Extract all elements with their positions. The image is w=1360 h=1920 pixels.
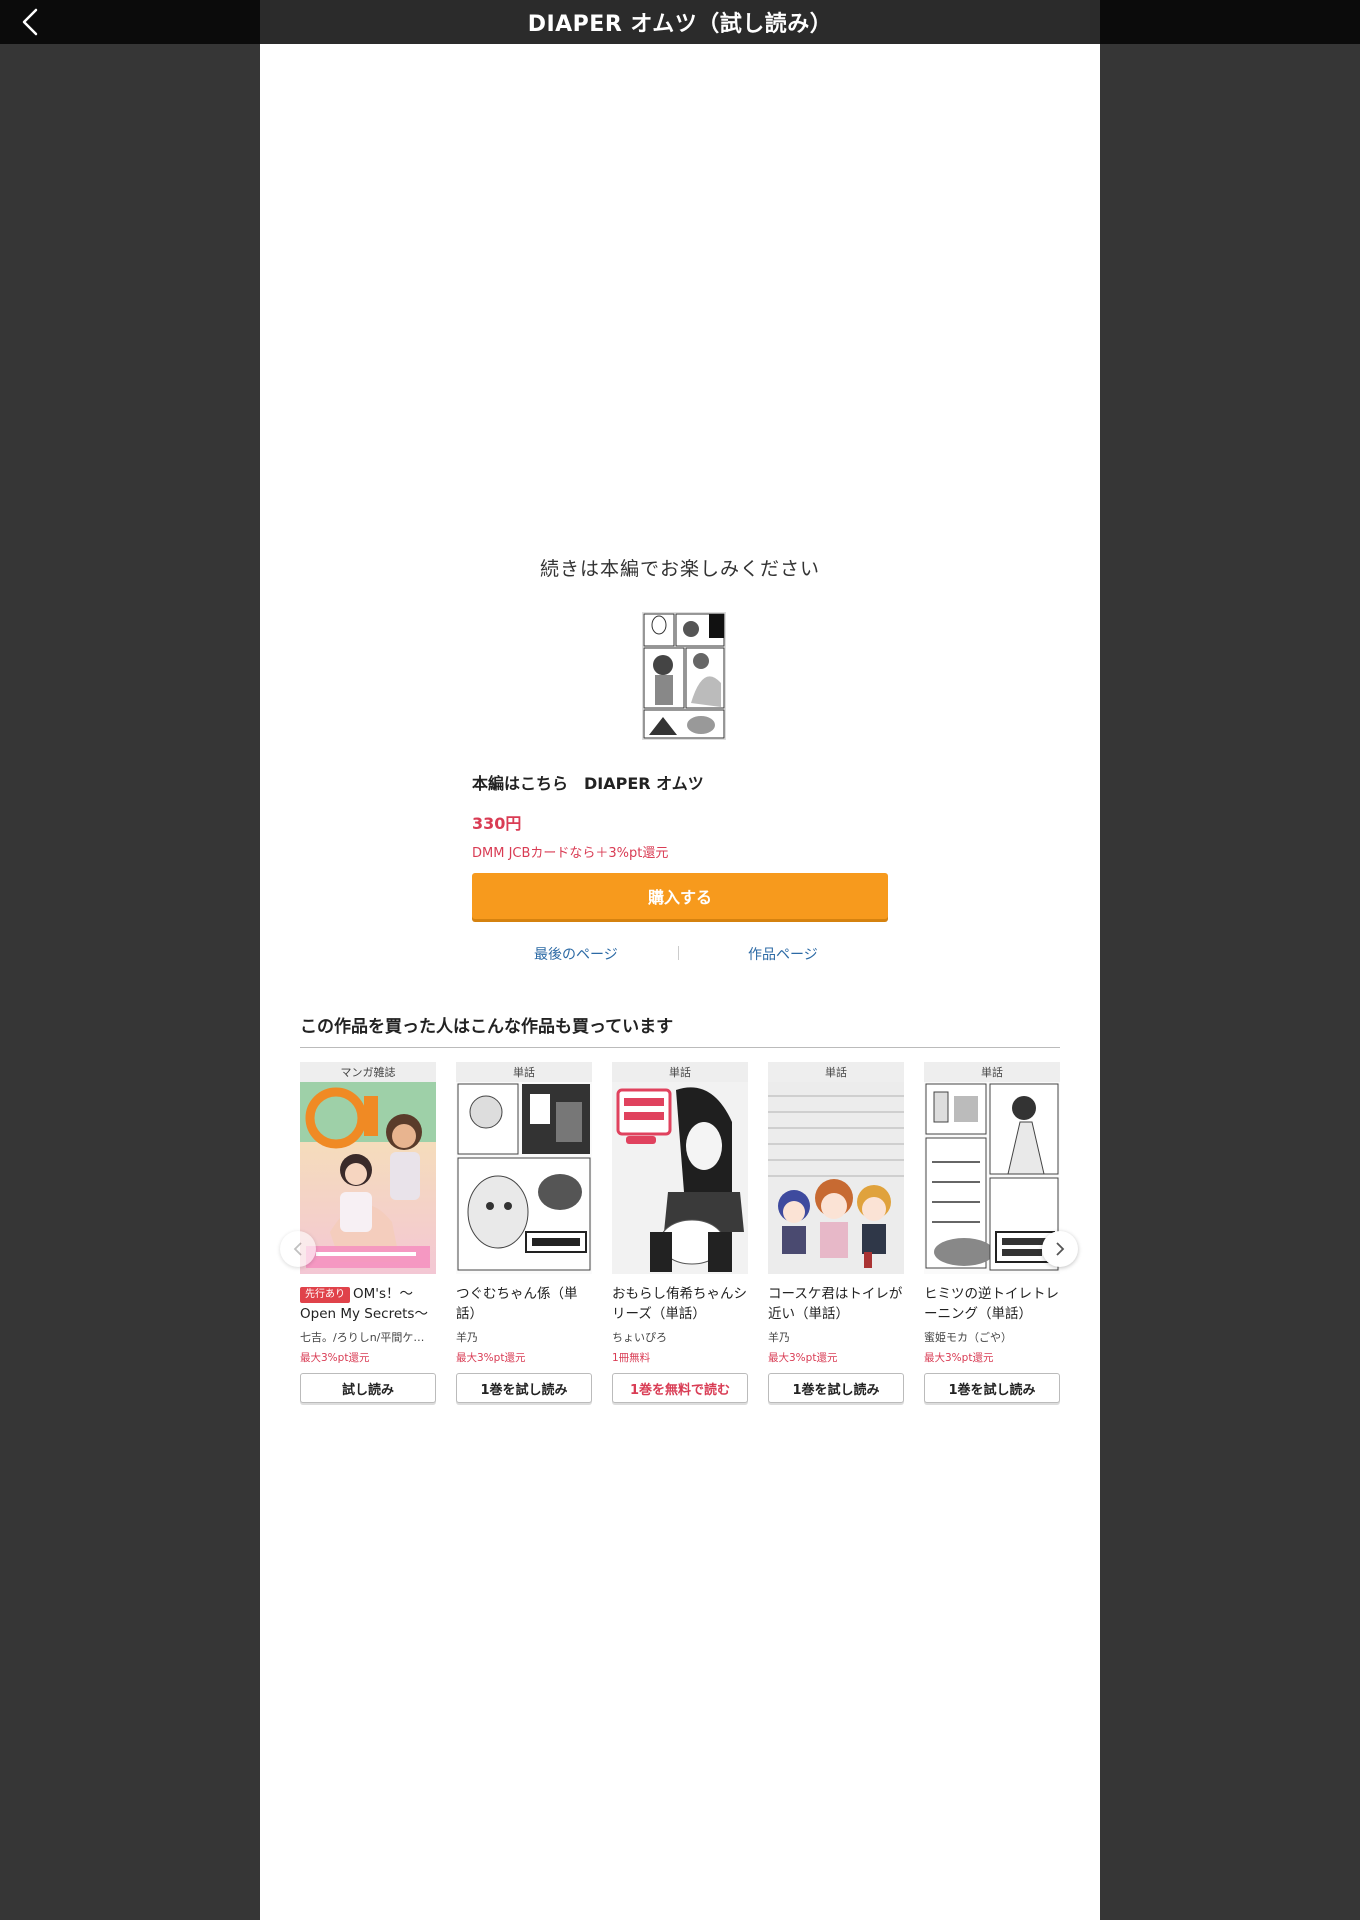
- main-work-prefix: 本編はこちら: [472, 774, 569, 793]
- card-author[interactable]: 蜜姫モカ（ごや）: [924, 1329, 1060, 1345]
- card-title[interactable]: コースケ君はトイレが近い（単話）: [768, 1284, 904, 1324]
- work-page-link[interactable]: 作品ページ: [748, 944, 818, 964]
- carousel-prev-button[interactable]: [280, 1231, 316, 1267]
- card-author[interactable]: 羊乃: [456, 1329, 592, 1345]
- trial-read-button[interactable]: 1巻を試し読み: [768, 1373, 904, 1403]
- trial-read-button[interactable]: 1巻を試し読み: [924, 1373, 1060, 1403]
- cover-thumbnail[interactable]: [456, 1082, 592, 1274]
- recommendations-carousel: マンガ雑誌 先行あり OM's！～Open My Secrets～ 七吉。/ろり…: [300, 1062, 1060, 1422]
- recommendation-card: 単話: [924, 1062, 1060, 1403]
- main-work-label: 本編はこちら DIAPER オムツ: [472, 770, 888, 794]
- trial-read-button[interactable]: 試し読み: [300, 1373, 436, 1403]
- category-tag: 単話: [612, 1062, 748, 1082]
- manga-cover-image: [768, 1082, 904, 1274]
- top-bar: DIAPER オムツ（試し読み）: [0, 0, 1360, 44]
- category-tag: マンガ雑誌: [300, 1062, 436, 1082]
- manga-cover-image: [612, 1082, 748, 1274]
- card-title[interactable]: 先行あり OM's！～Open My Secrets～: [300, 1284, 436, 1324]
- card-points: 最大3%pt還元: [300, 1352, 370, 1364]
- cover-thumbnail[interactable]: [768, 1082, 904, 1274]
- category-tag: 単話: [924, 1062, 1060, 1082]
- card-author[interactable]: ちょいぴろ: [612, 1329, 748, 1345]
- link-divider: [678, 946, 679, 960]
- card-points: 最大3%pt還元: [924, 1352, 994, 1364]
- free-read-button[interactable]: 1巻を無料で読む: [612, 1373, 748, 1403]
- chevron-left-icon: [22, 8, 38, 36]
- category-tag: 単話: [456, 1062, 592, 1082]
- carousel-next-button[interactable]: [1042, 1231, 1078, 1267]
- recommendation-card: マンガ雑誌 先行あり OM's！～Open My Secrets～ 七吉。/ろり…: [300, 1062, 436, 1403]
- buy-button[interactable]: 購入する: [472, 873, 888, 919]
- manga-page-thumbnail: [643, 613, 725, 739]
- card-title[interactable]: つぐむちゃん係（単話）: [456, 1284, 592, 1324]
- recommendation-card: 単話 つぐむちゃん係（単話） 羊乃 最大3%pt還元 1巻を試し読み: [456, 1062, 592, 1403]
- manga-cover-image: [456, 1082, 592, 1274]
- chevron-right-icon: [1056, 1242, 1065, 1256]
- card-points: 最大3%pt還元: [456, 1352, 526, 1364]
- manga-cover-image: [924, 1082, 1060, 1274]
- card-author[interactable]: 七吉。/ろりしn/平間ケ…: [300, 1329, 436, 1345]
- card-title[interactable]: ヒミツの逆トイレトレーニング（単話）: [924, 1284, 1060, 1324]
- card-author[interactable]: 羊乃: [768, 1329, 904, 1345]
- cover-thumbnail[interactable]: [612, 1082, 748, 1274]
- book-cover-image[interactable]: [642, 612, 726, 740]
- purchase-section: 本編はこちら DIAPER オムツ 330円 DMM JCBカードなら＋3%pt還…: [472, 770, 888, 919]
- last-page-link[interactable]: 最後のページ: [534, 944, 618, 964]
- price: 330円: [472, 814, 522, 833]
- card-points: 1冊無料: [612, 1352, 651, 1364]
- preorder-badge: 先行あり: [300, 1287, 350, 1303]
- main-work-title: DIAPER オムツ: [584, 774, 704, 793]
- trial-read-button[interactable]: 1巻を試し読み: [456, 1373, 592, 1403]
- category-tag: 単話: [768, 1062, 904, 1082]
- recommendations-heading: この作品を買った人はこんな作品も買っています: [300, 1012, 1060, 1048]
- reader-title: DIAPER オムツ（試し読み）: [260, 0, 1100, 44]
- end-of-sample-page: 続きは本編でお楽しみください 本編はこちら DIAPER オムツ 330円 DMM…: [260, 44, 1100, 1920]
- back-button[interactable]: [14, 4, 50, 40]
- chevron-left-icon: [293, 1242, 302, 1256]
- page-links: 最後のページ 作品ページ: [472, 944, 888, 964]
- recommendation-card: 単話 おもらし侑希ちゃんシリーズ（単話） ちょいぴろ 1冊無料 1巻を無料で読む: [612, 1062, 748, 1403]
- magazine-cover-image: [300, 1082, 436, 1274]
- recommendation-card: 単話: [768, 1062, 904, 1403]
- card-title[interactable]: おもらし侑希ちゃんシリーズ（単話）: [612, 1284, 748, 1324]
- cover-thumbnail[interactable]: [300, 1082, 436, 1274]
- point-campaign-note: DMM JCBカードなら＋3%pt還元: [472, 846, 669, 861]
- card-points: 最大3%pt還元: [768, 1352, 838, 1364]
- continue-message: 続きは本編でお楽しみください: [539, 558, 820, 580]
- cover-thumbnail[interactable]: [924, 1082, 1060, 1274]
